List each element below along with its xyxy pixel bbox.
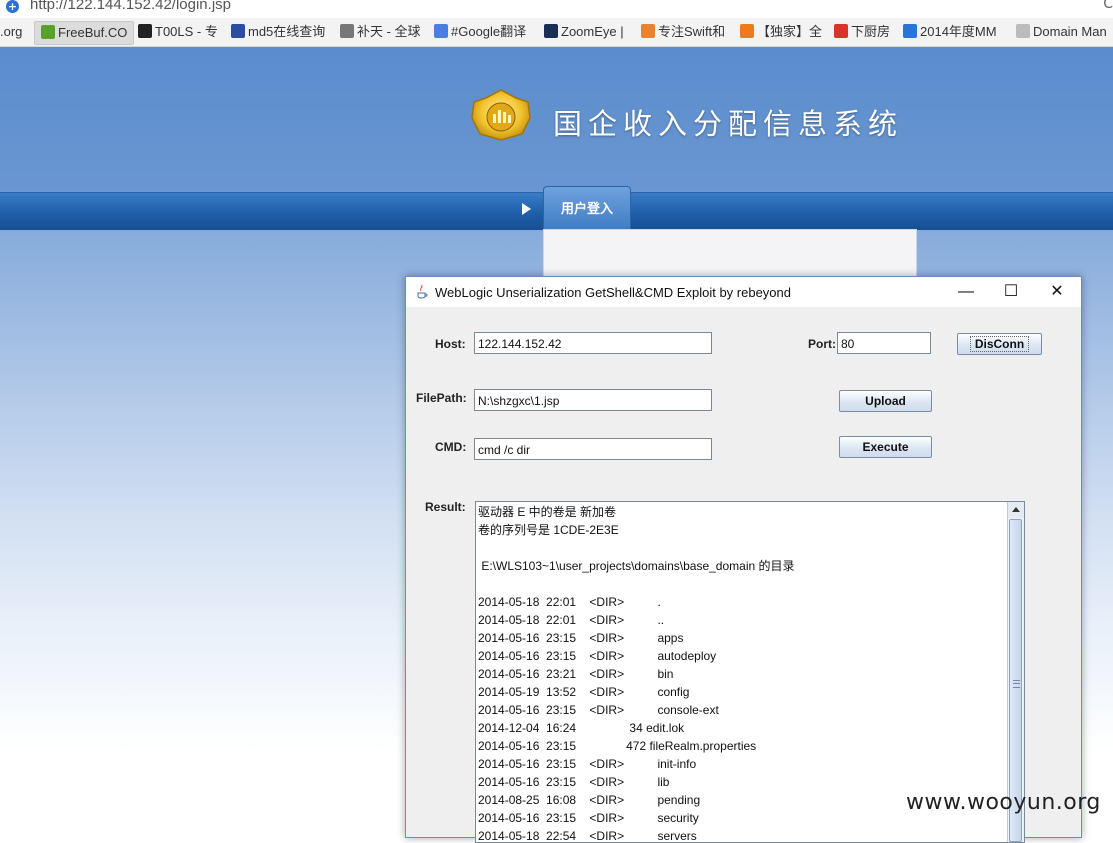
bookmark-label: md5在线查询 [248,24,326,39]
bookmark-favicon-icon [340,24,354,38]
result-line: 2014-05-18 22:01 <DIR> .. [478,613,665,627]
bookmark-item[interactable]: md5在线查询 [231,21,325,43]
reload-edge-text[interactable]: C [1103,0,1113,12]
bookmark-item[interactable]: ZoomEye | [544,21,624,43]
bookmark-item[interactable]: 专注Swift和 [641,21,725,43]
bookmark-favicon-icon [834,24,848,38]
bookmark-item[interactable]: #Google翻译 [434,21,526,43]
result-line: 卷的序列号是 1CDE-2E3E [478,523,619,537]
result-line: 2014-05-16 23:15 <DIR> apps [478,631,684,645]
address-bar[interactable]: + http://122.144.152.42/login.jsp C [0,0,1113,16]
exploit-window: WebLogic Unserialization GetShell&CMD Ex… [405,276,1082,843]
bookmark-label: ZoomEye | [561,24,624,39]
bookmark-item[interactable]: FreeBuf.CO [34,21,135,45]
bookmark-favicon-icon [544,24,558,38]
result-line: 2014-05-18 22:54 <DIR> servers [478,829,697,843]
bookmark-label: 下厨房 [851,24,891,39]
nav-arrow-icon [522,203,531,215]
bookmark-label: FreeBuf.CO [58,25,128,40]
result-line: 2014-12-04 16:24 34 edit.lok [478,721,685,735]
bookmark-label: 2014年度MM [920,24,997,39]
scroll-grip-icon [1013,680,1020,688]
window-title-bar[interactable]: WebLogic Unserialization GetShell&CMD Ex… [406,277,1081,307]
host-label: Host: [435,337,466,351]
maximize-button[interactable]: ☐ [988,277,1034,307]
bookmark-item[interactable]: 补天 - 全球 [340,21,421,43]
result-line: 驱动器 E 中的卷是 新加卷 [478,505,617,519]
disconnect-button[interactable]: DisConn [957,333,1042,355]
result-line: 2014-05-16 23:15 <DIR> autodeploy [478,649,717,663]
host-input[interactable]: 122.144.152.42 [474,332,712,354]
cmd-input[interactable]: cmd /c dir [474,438,712,460]
result-line: 2014-05-18 22:01 <DIR> . [478,595,661,609]
site-logo [471,89,531,141]
filepath-label: FilePath: [416,391,467,405]
port-input[interactable]: 80 [837,332,931,354]
minimize-button[interactable]: — [943,277,989,307]
bookmark-label: Domain Man [1033,24,1107,39]
bookmark-item[interactable]: T00LS - 专 [138,21,218,43]
bookmark-favicon-icon [740,24,754,38]
bookmark-label: T00LS - 专 [155,24,218,39]
info-icon[interactable]: + [6,0,19,13]
nav-tab-login[interactable]: 用户登入 [543,186,631,230]
disconnect-label: DisConn [969,336,1030,352]
url-text[interactable]: http://122.144.152.42/login.jsp [30,0,231,13]
filepath-input[interactable]: N:\shzgxc\1.jsp [474,389,712,411]
bookmark-favicon-icon [138,24,152,38]
bookmark-item[interactable]: 下厨房 [834,21,890,43]
result-line: 2014-05-16 23:15 472 fileRealm.propertie… [478,739,757,753]
result-line: 2014-05-16 23:21 <DIR> bin [478,667,674,681]
window-title: WebLogic Unserialization GetShell&CMD Ex… [435,285,791,300]
bookmark-label: 【独家】全 [757,24,823,39]
bookmark-item[interactable]: .org [0,21,22,43]
bookmark-item[interactable]: 2014年度MM [903,21,997,43]
bookmarks-bar: .org FreeBuf.CO T00LS - 专 md5在线查询 补天 - 全球 #Go… [0,18,1113,47]
bookmark-label: 专注Swift和 [658,24,726,39]
bookmark-favicon-icon [1016,24,1030,38]
result-line: 2014-05-16 23:15 <DIR> init-info [478,757,697,771]
result-label: Result: [425,500,466,514]
watermark: www.wooyun.org [906,790,1101,815]
bookmark-item[interactable]: 【独家】全 [740,21,822,43]
scroll-up-icon[interactable] [1008,502,1024,518]
result-line: 2014-05-16 23:15 <DIR> console-ext [478,703,719,717]
result-line [478,575,1006,593]
upload-button[interactable]: Upload [839,390,932,412]
bookmark-item[interactable]: Domain Man [1016,21,1107,43]
cmd-label: CMD: [435,440,467,454]
bookmark-favicon-icon [903,24,917,38]
result-line [478,539,1006,557]
bookmark-favicon-icon [41,25,55,39]
site-title: 国企收入分配信息系统 [553,107,904,141]
bookmark-favicon-icon [641,24,655,38]
bookmark-favicon-icon [231,24,245,38]
close-button[interactable]: ✕ [1034,277,1080,307]
port-label: Port: [808,337,836,351]
result-line: 2014-05-16 23:15 <DIR> lib [478,775,670,789]
java-cup-icon [417,285,428,299]
bookmark-label: .org [0,24,23,39]
execute-button[interactable]: Execute [839,436,932,458]
bookmark-favicon-icon [434,24,448,38]
result-line: 2014-05-19 13:52 <DIR> config [478,685,690,699]
result-line: E:\WLS103~1\user_projects\domains\base_d… [478,559,795,573]
bookmark-label: #Google翻译 [451,24,527,39]
bookmark-label: 补天 - 全球 [357,24,421,39]
